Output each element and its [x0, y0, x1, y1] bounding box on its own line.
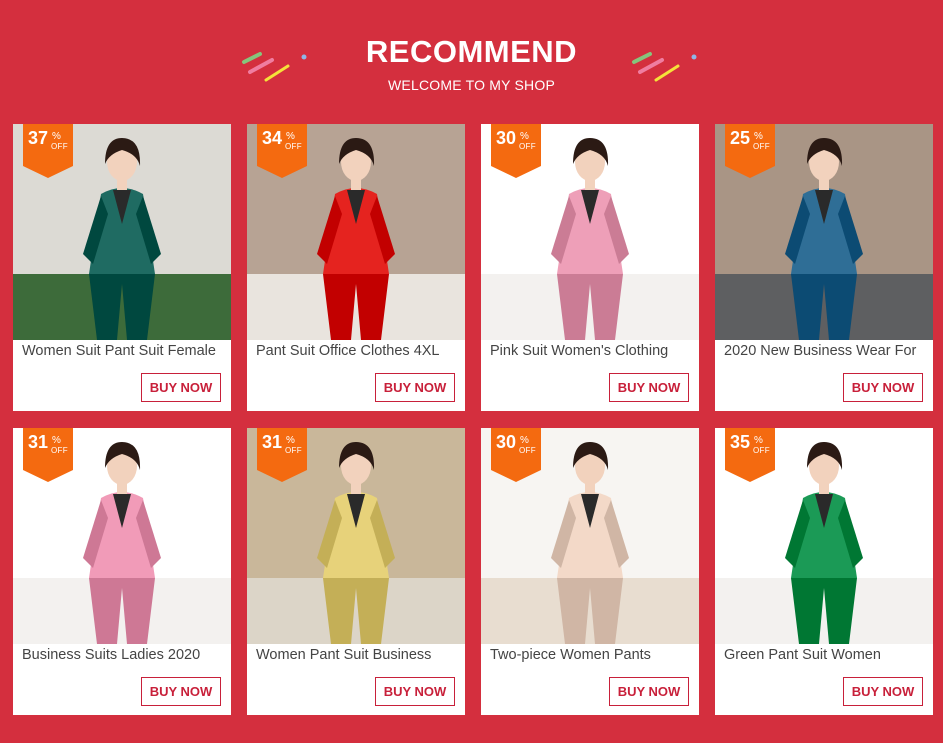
product-name[interactable]: 2020 New Business Wear For — [724, 343, 929, 359]
product-name[interactable]: Two-piece Women Pants — [490, 647, 695, 663]
product-grid: 37 % OFF Women Suit Pant Suit Female BUY… — [13, 124, 933, 716]
buy-now-button[interactable]: BUY NOW — [843, 677, 923, 706]
product-card[interactable]: 34 % OFF Pant Suit Office Clothes 4XL BU… — [247, 124, 465, 411]
discount-badge: 35 % OFF — [725, 428, 775, 482]
discount-percent-sign: % — [286, 131, 295, 142]
discount-badge: 31 % OFF — [23, 428, 73, 482]
buy-now-button[interactable]: BUY NOW — [375, 677, 455, 706]
discount-percent-sign: % — [520, 131, 529, 142]
discount-value: 30 — [496, 432, 517, 452]
product-card[interactable]: 30 % OFF Two-piece Women Pants BUY NOW — [481, 428, 699, 715]
product-name[interactable]: Pink Suit Women's Clothing — [490, 343, 695, 359]
product-name[interactable]: Women Pant Suit Business — [256, 647, 461, 663]
discount-off-label: OFF — [51, 446, 68, 455]
decorative-stripes-icon — [632, 52, 697, 82]
page-title: RECOMMEND — [365, 34, 578, 69]
discount-percent-sign: % — [754, 435, 763, 446]
discount-value: 25 — [730, 128, 751, 148]
buy-now-button[interactable]: BUY NOW — [141, 373, 221, 402]
discount-badge: 34 % OFF — [257, 124, 307, 178]
discount-off-label: OFF — [51, 142, 68, 151]
discount-value: 30 — [496, 128, 517, 148]
page-subtitle: WELCOME TO MY SHOP — [388, 77, 555, 93]
buy-now-button[interactable]: BUY NOW — [609, 677, 689, 706]
product-card[interactable]: 25 % OFF 2020 New Business Wear For BUY … — [715, 124, 933, 411]
discount-badge: 30 % OFF — [491, 428, 541, 482]
buy-now-button[interactable]: BUY NOW — [609, 373, 689, 402]
discount-value: 31 — [28, 432, 49, 452]
discount-value: 37 — [28, 128, 49, 148]
product-name[interactable]: Green Pant Suit Women — [724, 647, 929, 663]
discount-off-label: OFF — [285, 446, 302, 455]
discount-badge: 37 % OFF — [23, 124, 73, 178]
discount-off-label: OFF — [753, 446, 770, 455]
product-card[interactable]: 30 % OFF Pink Suit Women's Clothing BUY … — [481, 124, 699, 411]
discount-value: 34 — [262, 128, 283, 148]
buy-now-button[interactable]: BUY NOW — [141, 677, 221, 706]
product-name[interactable]: Business Suits Ladies 2020 — [22, 647, 227, 663]
discount-off-label: OFF — [753, 142, 770, 151]
discount-value: 31 — [262, 432, 283, 452]
discount-badge: 30 % OFF — [491, 124, 541, 178]
discount-badge: 31 % OFF — [257, 428, 307, 482]
product-card[interactable]: 31 % OFF Women Pant Suit Business BUY NO… — [247, 428, 465, 715]
product-card[interactable]: 35 % OFF Green Pant Suit Women BUY NOW — [715, 428, 933, 715]
discount-off-label: OFF — [285, 142, 302, 151]
discount-percent-sign: % — [520, 435, 529, 446]
discount-value: 35 — [730, 432, 751, 452]
product-card[interactable]: 31 % OFF Business Suits Ladies 2020 BUY … — [13, 428, 231, 715]
buy-now-button[interactable]: BUY NOW — [843, 373, 923, 402]
buy-now-button[interactable]: BUY NOW — [375, 373, 455, 402]
product-name[interactable]: Pant Suit Office Clothes 4XL — [256, 343, 461, 359]
discount-badge: 25 % OFF — [725, 124, 775, 178]
discount-percent-sign: % — [52, 131, 61, 142]
discount-percent-sign: % — [754, 131, 763, 142]
product-name[interactable]: Women Suit Pant Suit Female — [22, 343, 227, 359]
discount-off-label: OFF — [519, 142, 536, 151]
product-card[interactable]: 37 % OFF Women Suit Pant Suit Female BUY… — [13, 124, 231, 411]
shop-header: RECOMMEND WELCOME TO MY SHOP — [0, 0, 943, 120]
discount-percent-sign: % — [286, 435, 295, 446]
discount-off-label: OFF — [519, 446, 536, 455]
discount-percent-sign: % — [52, 435, 61, 446]
